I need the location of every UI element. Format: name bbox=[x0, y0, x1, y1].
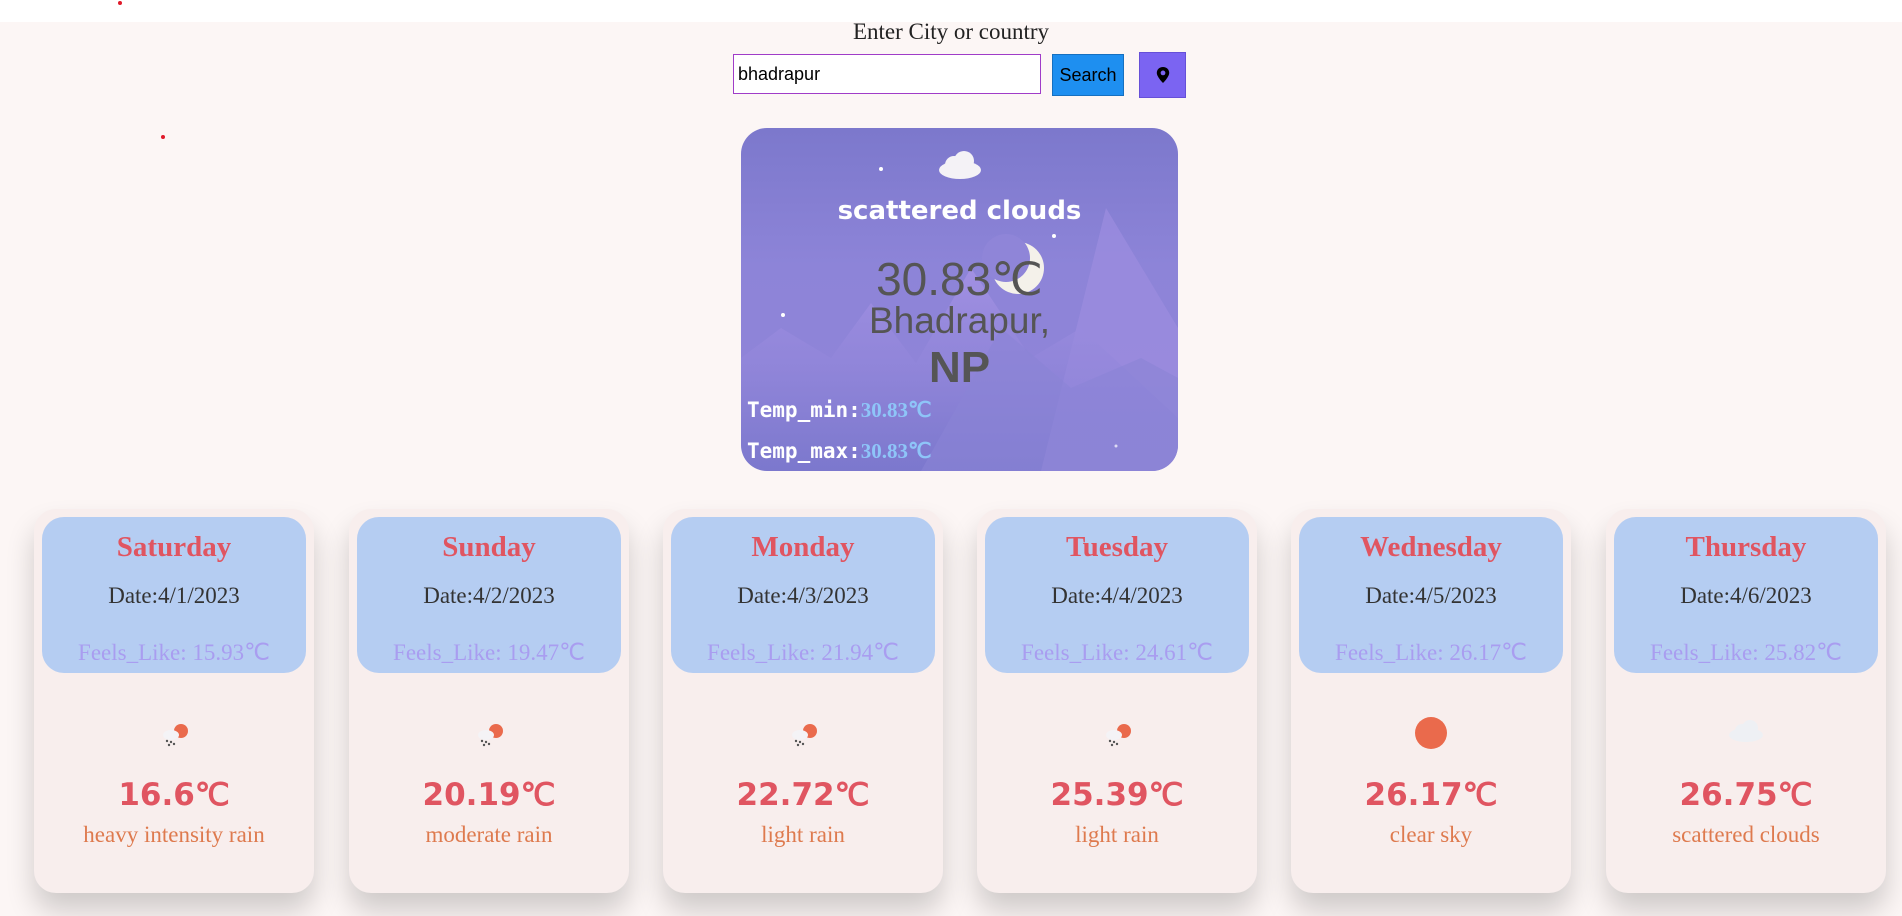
forecast-temperature: 26.17℃ bbox=[1364, 777, 1498, 813]
forecast-description: heavy intensity rain bbox=[83, 822, 265, 847]
search-button[interactable]: Search bbox=[1052, 54, 1124, 96]
sun-icon bbox=[1407, 709, 1455, 757]
cloud-icon bbox=[937, 150, 983, 180]
current-weather-card: scattered clouds 30.83℃ Bhadrapur, NP Te… bbox=[741, 128, 1178, 471]
red-dot-marker bbox=[118, 1, 122, 5]
map-pin-icon bbox=[1156, 67, 1170, 83]
forecast-description: scattered clouds bbox=[1672, 822, 1820, 847]
city-search-input[interactable] bbox=[733, 54, 1041, 94]
forecast-date: Date:4/4/2023 bbox=[1051, 583, 1183, 608]
forecast-description: light rain bbox=[761, 822, 845, 847]
forecast-feels-like: Feels_Like: 21.94℃ bbox=[707, 640, 899, 665]
rain-sun-icon bbox=[779, 709, 827, 757]
forecast-feels-like: Feels_Like: 15.93℃ bbox=[78, 640, 270, 665]
forecast-temperature: 16.6℃ bbox=[118, 777, 230, 813]
forecast-description: clear sky bbox=[1389, 822, 1473, 847]
city-name: Bhadrapur, bbox=[868, 300, 1051, 341]
forecast-day: Wednesday bbox=[1360, 531, 1502, 563]
forecast-card: Sunday Date:4/2/2023 Feels_Like: 19.47℃ … bbox=[349, 509, 629, 893]
forecast-temperature: 25.39℃ bbox=[1050, 777, 1184, 813]
forecast-temperature: 20.19℃ bbox=[422, 777, 556, 813]
forecast-card: Thursday Date:4/6/2023 Feels_Like: 25.82… bbox=[1606, 509, 1886, 893]
forecast-date: Date:4/3/2023 bbox=[737, 583, 869, 608]
search-label: Enter City or country bbox=[852, 19, 1050, 44]
forecast-day: Monday bbox=[751, 531, 855, 563]
location-button[interactable] bbox=[1139, 52, 1186, 98]
forecast-feels-like: Feels_Like: 19.47℃ bbox=[393, 640, 585, 665]
forecast-card: Wednesday Date:4/5/2023 Feels_Like: 26.1… bbox=[1291, 509, 1571, 893]
forecast-feels-like: Feels_Like: 26.17℃ bbox=[1335, 640, 1527, 665]
forecast-feels-like: Feels_Like: 25.82℃ bbox=[1650, 640, 1842, 665]
forecast-day: Thursday bbox=[1685, 531, 1807, 563]
forecast-feels-like: Feels_Like: 24.61℃ bbox=[1021, 640, 1213, 665]
forecast-description: moderate rain bbox=[425, 822, 553, 847]
temp-max-row: Temp_max:30.83℃ bbox=[747, 439, 932, 463]
rain-sun-icon bbox=[1093, 709, 1141, 757]
forecast-day: Saturday bbox=[116, 531, 232, 563]
forecast-description: light rain bbox=[1075, 822, 1159, 847]
forecast-date: Date:4/1/2023 bbox=[108, 583, 240, 608]
forecast-temperature: 26.75℃ bbox=[1679, 777, 1813, 813]
current-temperature: 30.83℃ bbox=[876, 253, 1043, 305]
forecast-temperature: 22.72℃ bbox=[736, 777, 870, 813]
forecast-card: Saturday Date:4/1/2023 Feels_Like: 15.93… bbox=[34, 509, 314, 893]
forecast-date: Date:4/5/2023 bbox=[1365, 583, 1497, 608]
forecast-day: Tuesday bbox=[1065, 531, 1169, 563]
rain-sun-icon bbox=[465, 709, 513, 757]
forecast-date: Date:4/6/2023 bbox=[1680, 583, 1812, 608]
cloud-icon bbox=[1722, 709, 1770, 757]
rain-sun-icon bbox=[150, 709, 198, 757]
forecast-card: Tuesday Date:4/4/2023 Feels_Like: 24.61℃… bbox=[977, 509, 1257, 893]
temp-min-row: Temp_min:30.83℃ bbox=[747, 398, 932, 422]
forecast-day: Sunday bbox=[442, 531, 536, 563]
country-code: NP bbox=[928, 343, 991, 392]
forecast-date: Date:4/2/2023 bbox=[423, 583, 555, 608]
forecast-card: Monday Date:4/3/2023 Feels_Like: 21.94℃ … bbox=[663, 509, 943, 893]
current-weather-description: scattered clouds bbox=[837, 196, 1082, 226]
red-dot-marker bbox=[161, 135, 165, 139]
